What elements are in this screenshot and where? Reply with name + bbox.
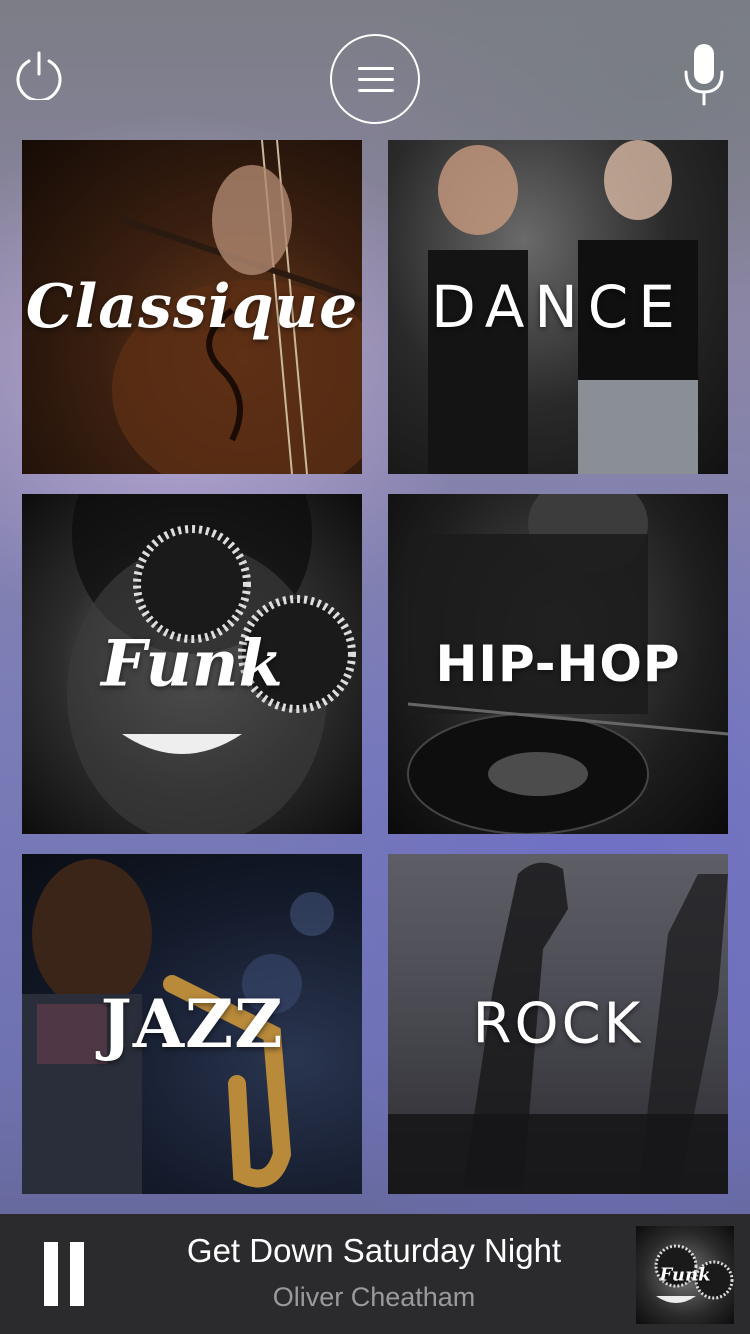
track-artist[interactable]: Oliver Cheatham [130, 1282, 618, 1313]
now-playing-bar: Get Down Saturday Night Oliver Cheatham … [0, 1214, 750, 1334]
genre-tile-dance[interactable]: DANCE [388, 140, 728, 474]
genre-tile-funk[interactable]: Funk [22, 494, 362, 834]
genre-tile-rock[interactable]: ROCK [388, 854, 728, 1194]
genre-label: ROCK [472, 991, 644, 1057]
track-title[interactable]: Get Down Saturday Night [130, 1232, 618, 1270]
album-thumbnail[interactable]: Funk [636, 1226, 734, 1324]
thumbnail-label: Funk [659, 1264, 711, 1286]
pause-icon[interactable] [42, 1242, 88, 1306]
genre-tile-jazz[interactable]: JAZZ [22, 854, 362, 1194]
genre-label: Funk [101, 626, 283, 702]
microphone-icon[interactable] [680, 42, 728, 106]
genre-label: DANCE [431, 273, 685, 341]
menu-button[interactable] [330, 34, 420, 124]
genre-tile-classique[interactable]: Classique [22, 140, 362, 474]
genre-label: HIP-HOP [435, 635, 681, 693]
genre-label: JAZZ [100, 985, 284, 1063]
top-bar [0, 0, 750, 130]
genre-label: Classique [25, 272, 359, 342]
genre-tile-hip-hop[interactable]: HIP-HOP [388, 494, 728, 834]
power-icon[interactable] [14, 50, 64, 102]
